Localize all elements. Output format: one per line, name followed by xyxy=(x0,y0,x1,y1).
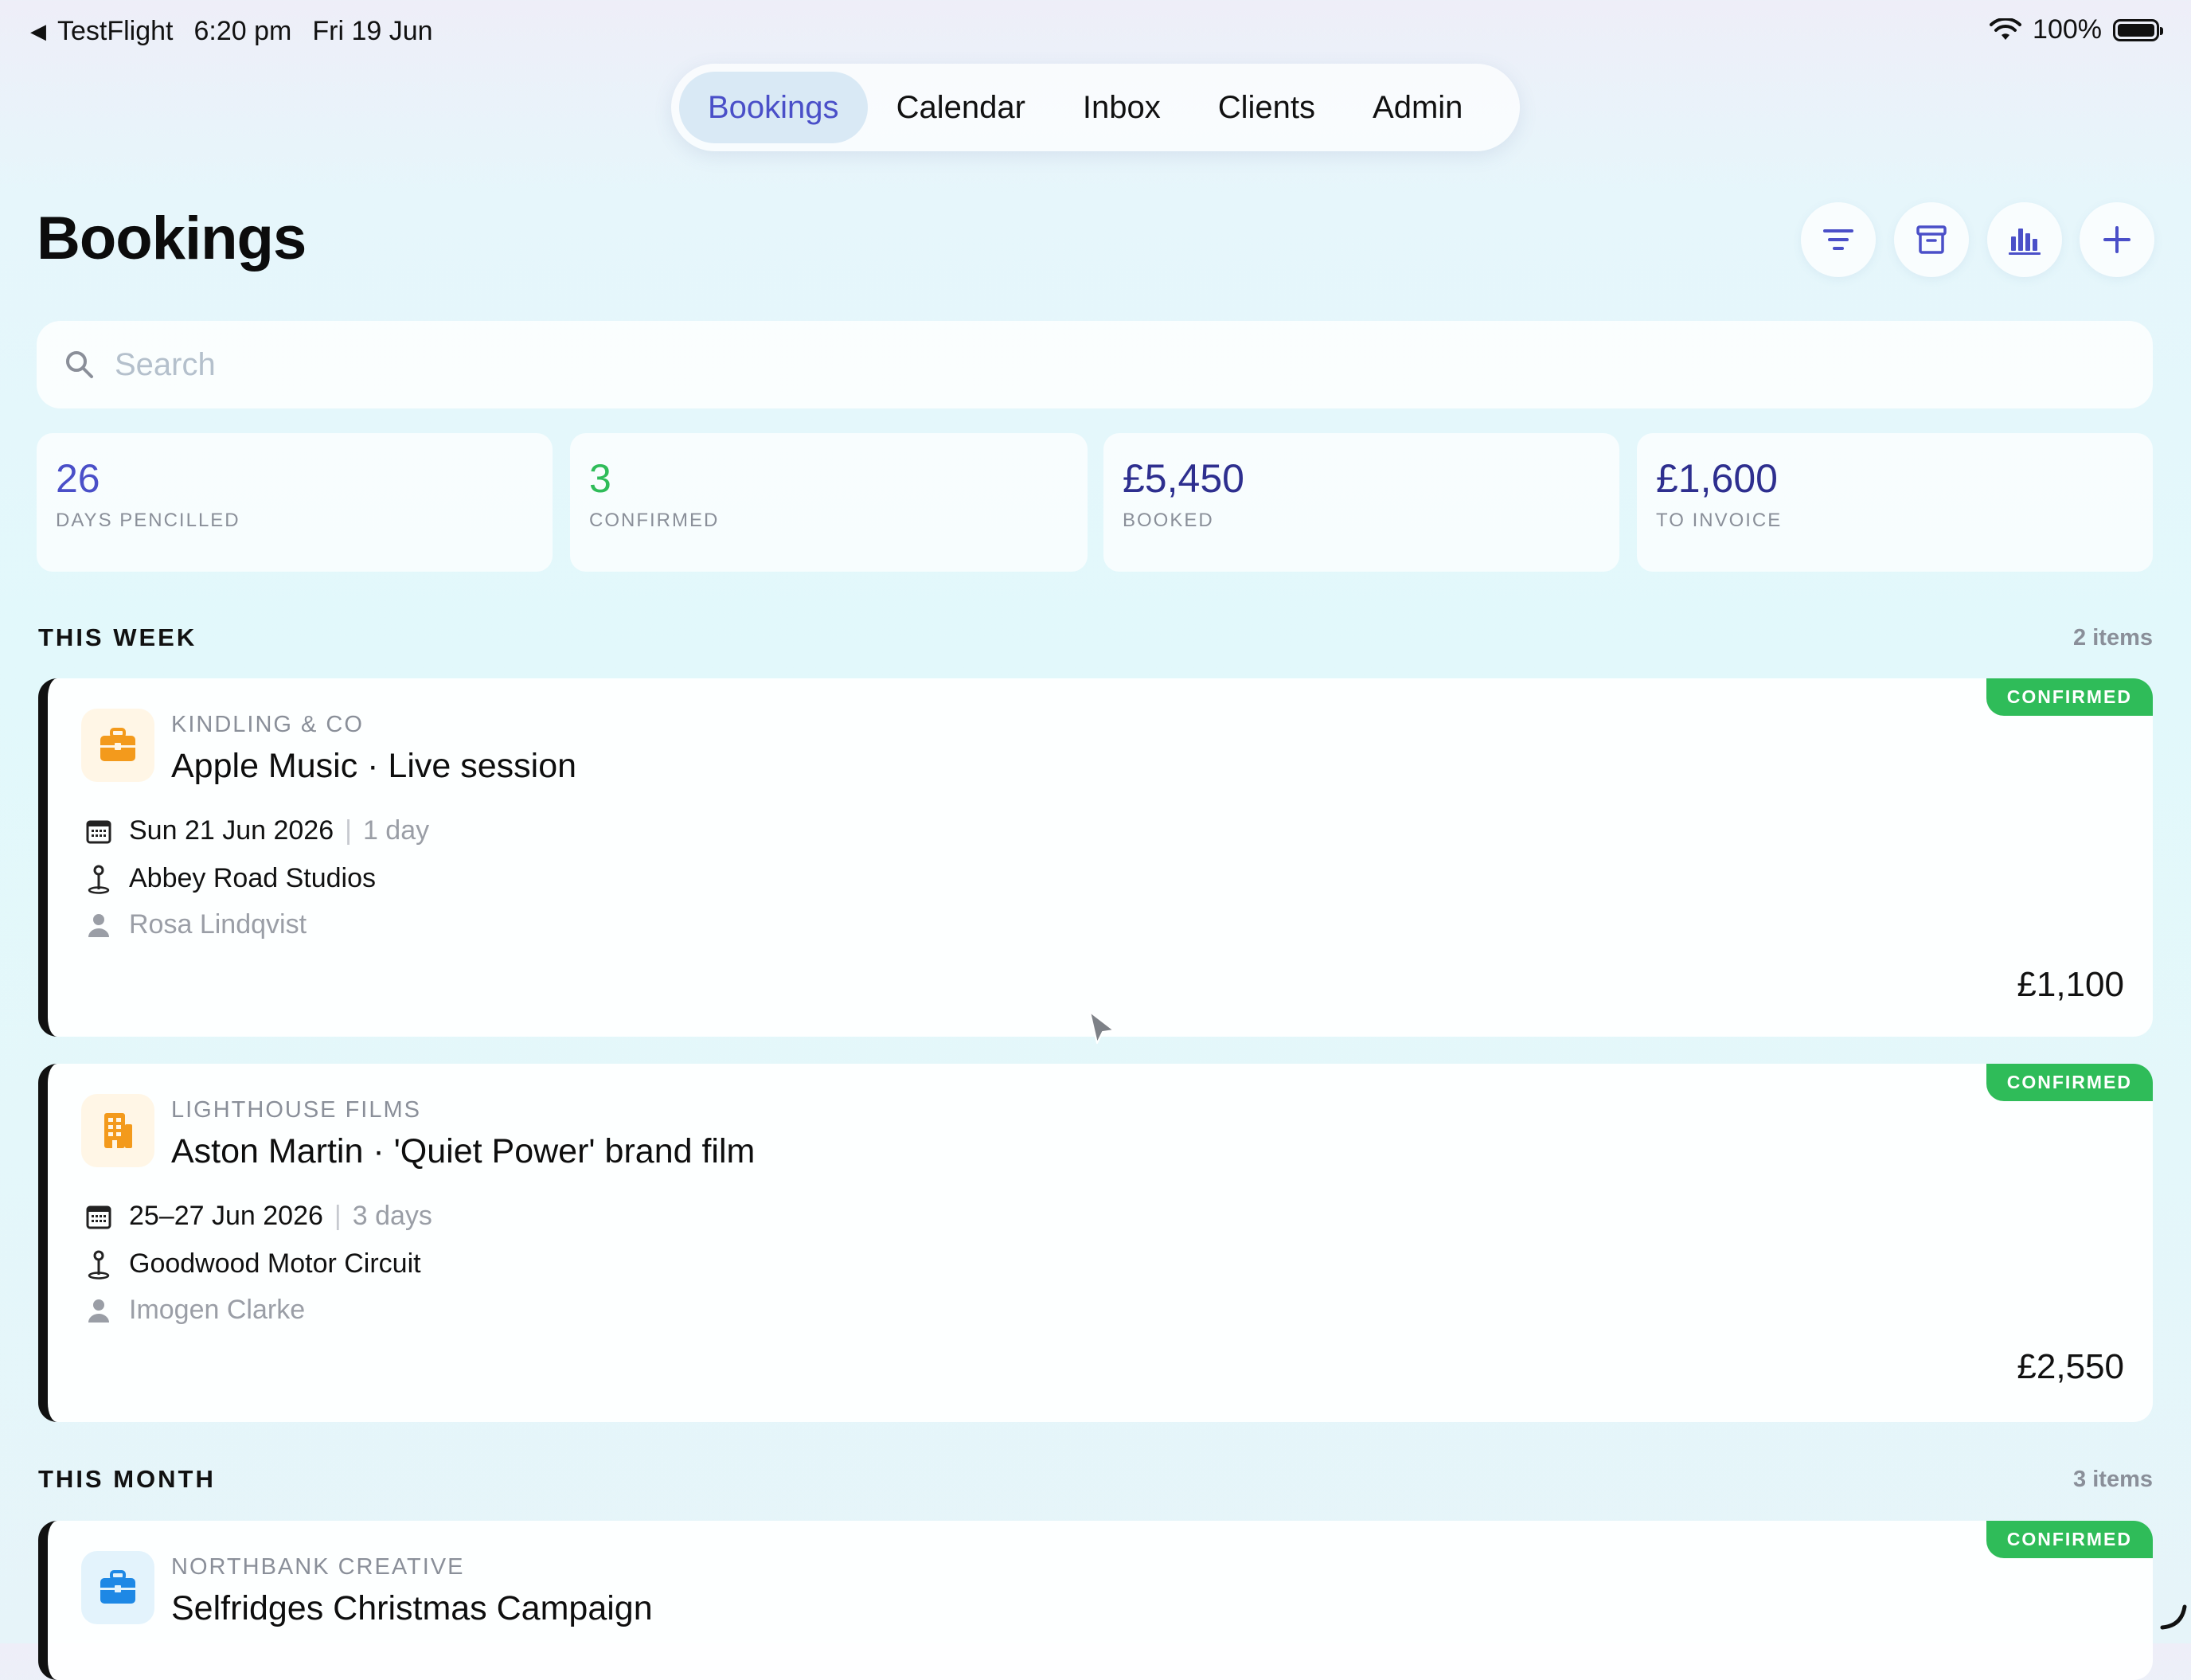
booking-duration: 1 day xyxy=(362,815,430,846)
stat-booked: £5,450 BOOKED xyxy=(1103,433,1619,572)
pointer-cursor-icon xyxy=(1089,1011,1115,1044)
booking-location-row: Goodwood Motor Circuit xyxy=(83,1248,421,1280)
stat-value: 3 xyxy=(589,456,611,501)
page-title: Bookings xyxy=(37,205,307,272)
archive-icon xyxy=(1916,225,1947,254)
booking-date: 25–27 Jun 2026 xyxy=(129,1201,323,1231)
back-arrow-icon[interactable]: ◀ xyxy=(30,19,46,44)
location-pin-icon xyxy=(88,865,110,894)
resize-corner-icon[interactable] xyxy=(2159,1602,2188,1631)
status-date: Fri 19 Jun xyxy=(312,16,433,46)
client-name: NORTHBANK CREATIVE xyxy=(171,1554,465,1580)
tab-inbox[interactable]: Inbox xyxy=(1054,72,1189,143)
stats-button[interactable] xyxy=(1987,202,2062,277)
booking-price: £2,550 xyxy=(2017,1347,2124,1386)
stat-value: £5,450 xyxy=(1123,456,1244,501)
client-icon-box xyxy=(81,1551,154,1624)
archive-button[interactable] xyxy=(1894,202,1969,277)
person-icon xyxy=(88,913,109,937)
location-pin-icon xyxy=(88,1250,110,1280)
stat-label: TO INVOICE xyxy=(1656,510,1783,531)
back-app-label[interactable]: TestFlight xyxy=(57,16,174,47)
battery-icon xyxy=(2113,18,2163,41)
booking-card[interactable]: CONFIRMED LIGHTHOUSE FILMS Aston Martin … xyxy=(38,1064,2153,1422)
person-icon xyxy=(88,1299,109,1323)
tab-bookings[interactable]: Bookings xyxy=(679,72,868,143)
bar-chart-icon xyxy=(2009,229,2041,255)
tab-calendar[interactable]: Calendar xyxy=(868,72,1054,143)
booking-card[interactable]: CONFIRMED NORTHBANK CREATIVE Selfridges … xyxy=(38,1521,2153,1680)
booking-duration: 3 days xyxy=(352,1201,432,1231)
plus-icon xyxy=(2103,226,2130,253)
stat-value: 26 xyxy=(56,456,100,501)
booking-date-row: Sun 21 Jun 2026 | 1 day xyxy=(83,815,429,846)
add-booking-button[interactable] xyxy=(2080,202,2154,277)
stat-label: CONFIRMED xyxy=(589,510,720,531)
search-input[interactable] xyxy=(113,346,2027,384)
search-bar[interactable] xyxy=(37,321,2153,408)
booking-price: £1,100 xyxy=(2017,965,2124,1004)
filter-icon xyxy=(1823,229,1853,250)
booking-card[interactable]: CONFIRMED KINDLING & CO Apple Music · Li… xyxy=(38,678,2153,1037)
booking-title: Apple Music · Live session xyxy=(171,747,577,785)
stat-days-pencilled: 26 DAYS PENCILLED xyxy=(37,433,553,572)
tab-clients[interactable]: Clients xyxy=(1189,72,1344,143)
section-title-this-month: THIS MONTH xyxy=(38,1465,216,1493)
booking-title: Aston Martin · 'Quiet Power' brand film xyxy=(171,1132,756,1170)
booking-location: Abbey Road Studios xyxy=(129,863,376,893)
booking-location-row: Abbey Road Studios xyxy=(83,863,376,894)
section-count: 2 items xyxy=(2073,625,2153,651)
stat-to-invoice: £1,600 TO INVOICE xyxy=(1637,433,2153,572)
separator: | xyxy=(334,1201,342,1231)
booking-location: Goodwood Motor Circuit xyxy=(129,1248,421,1279)
stat-label: BOOKED xyxy=(1123,510,1214,531)
wifi-icon xyxy=(1990,18,2022,40)
stat-value: £1,600 xyxy=(1656,456,1778,501)
status-badge: CONFIRMED xyxy=(1986,1064,2153,1101)
calendar-icon xyxy=(86,1205,111,1229)
client-icon-box xyxy=(81,1094,154,1167)
status-time: 6:20 pm xyxy=(193,16,292,46)
section-count: 3 items xyxy=(2073,1467,2153,1492)
building-icon xyxy=(104,1113,132,1148)
stat-label: DAYS PENCILLED xyxy=(56,510,240,531)
status-badge: CONFIRMED xyxy=(1986,1521,2153,1558)
briefcase-icon xyxy=(100,728,135,761)
status-bar: ◀ TestFlight 6:20 pm Fri 19 Jun 100% xyxy=(0,0,2191,64)
client-icon-box xyxy=(81,709,154,782)
booking-date-row: 25–27 Jun 2026 | 3 days xyxy=(83,1201,432,1232)
battery-percent: 100% xyxy=(2033,14,2102,45)
status-badge: CONFIRMED xyxy=(1986,678,2153,716)
calendar-icon xyxy=(86,820,111,843)
booking-date: Sun 21 Jun 2026 xyxy=(129,815,334,846)
booking-contact-row: Rosa Lindqvist xyxy=(83,909,307,940)
filter-button[interactable] xyxy=(1801,202,1876,277)
client-name: LIGHTHOUSE FILMS xyxy=(171,1097,421,1123)
stat-confirmed: 3 CONFIRMED xyxy=(570,433,1088,572)
booking-contact: Rosa Lindqvist xyxy=(129,909,307,940)
top-tab-bar: Bookings Calendar Inbox Clients Admin xyxy=(671,64,1520,151)
briefcase-icon xyxy=(100,1570,135,1604)
search-icon xyxy=(66,351,93,378)
separator: | xyxy=(345,815,352,846)
booking-contact-row: Imogen Clarke xyxy=(83,1295,305,1326)
client-name: KINDLING & CO xyxy=(171,712,364,737)
section-title-this-week: THIS WEEK xyxy=(38,623,197,651)
tab-admin[interactable]: Admin xyxy=(1344,72,1491,143)
booking-title: Selfridges Christmas Campaign xyxy=(171,1589,653,1627)
booking-contact: Imogen Clarke xyxy=(129,1295,306,1325)
